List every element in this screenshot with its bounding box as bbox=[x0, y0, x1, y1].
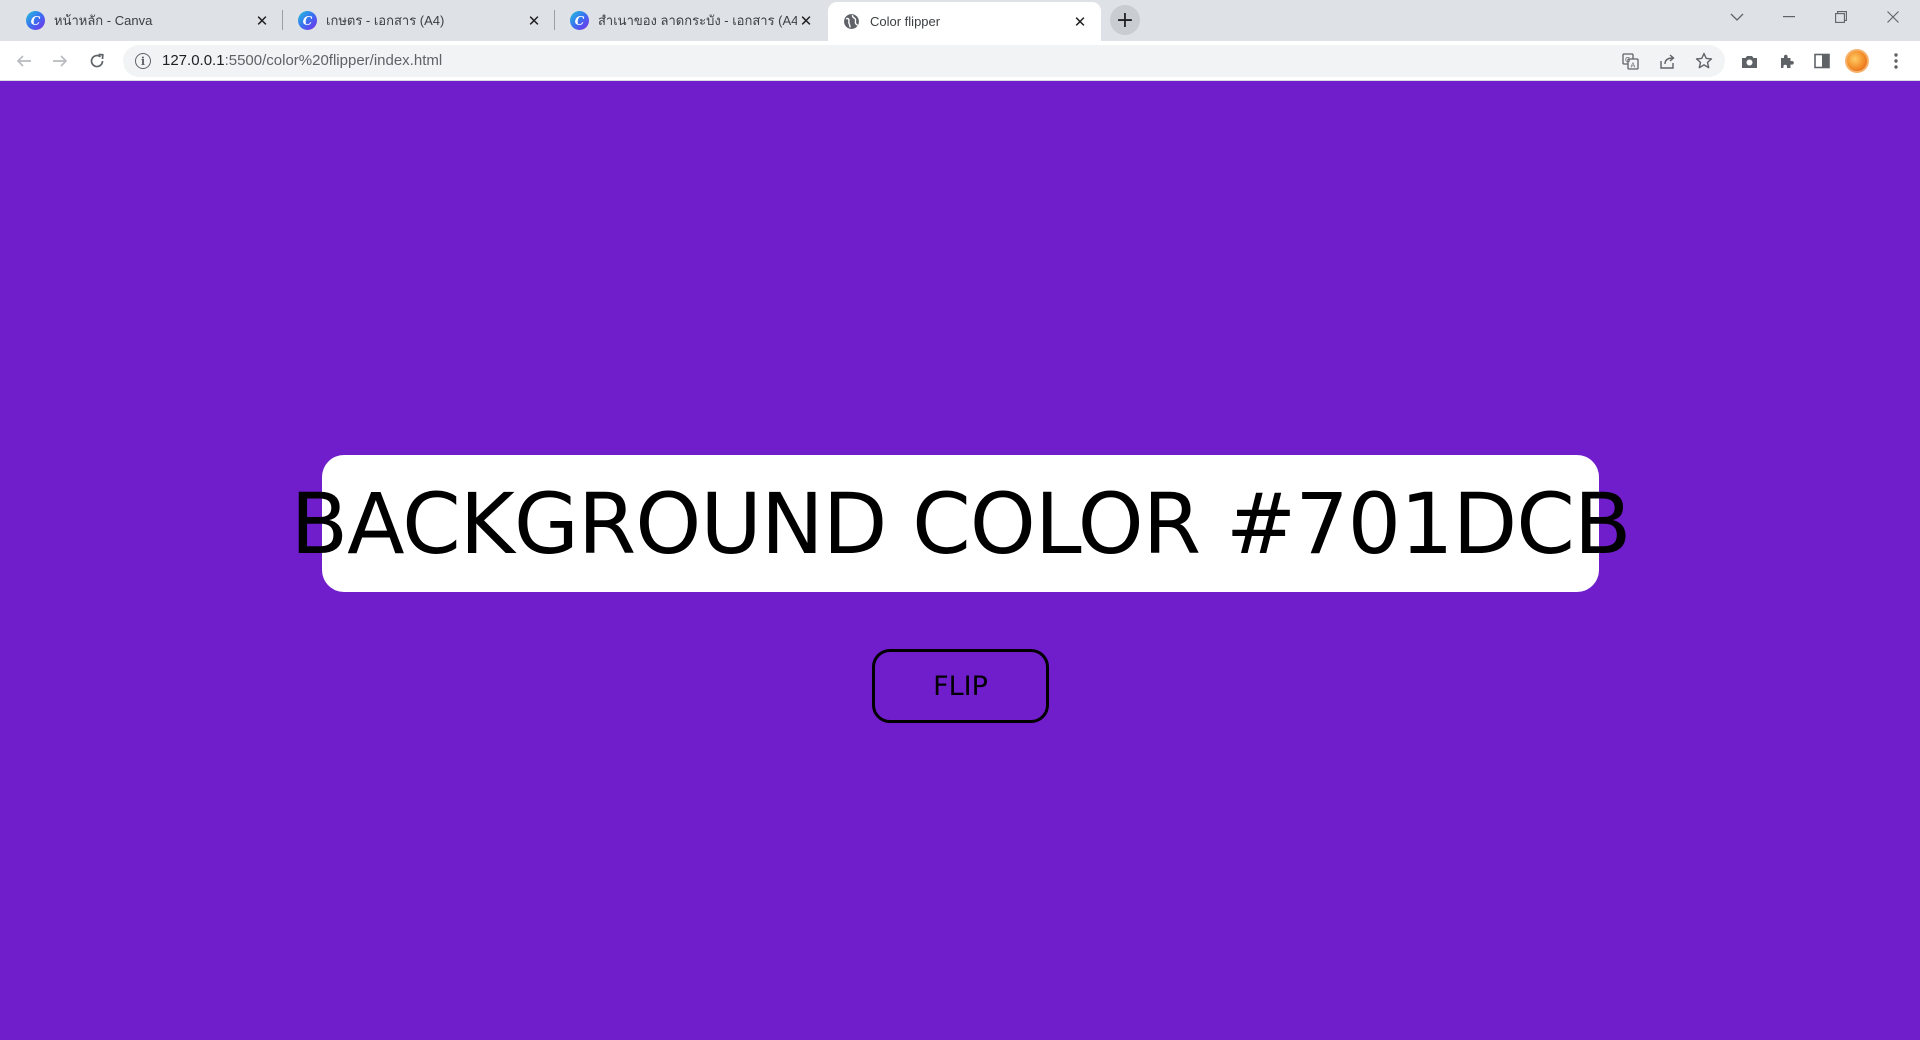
more-menu-icon[interactable] bbox=[1882, 47, 1910, 75]
reload-icon[interactable] bbox=[80, 44, 114, 78]
address-bar[interactable]: i 127.0.0.1:5500/color%20flipper/index.h… bbox=[123, 45, 1725, 77]
close-icon[interactable]: ✕ bbox=[525, 12, 543, 30]
canva-icon: C bbox=[570, 11, 589, 30]
canva-icon: C bbox=[298, 11, 317, 30]
tab-color-flipper[interactable]: Color flipper ✕ bbox=[828, 2, 1101, 41]
extensions-puzzle-icon[interactable] bbox=[1772, 47, 1800, 75]
share-icon[interactable] bbox=[1654, 48, 1680, 74]
color-label: BACKGROUND COLOR #701DCB bbox=[290, 474, 1631, 573]
site-info-icon[interactable]: i bbox=[135, 53, 151, 69]
profile-avatar[interactable] bbox=[1845, 49, 1869, 73]
tab-title: หน้าหลัก - Canva bbox=[54, 13, 153, 28]
side-panel-icon[interactable] bbox=[1808, 47, 1836, 75]
tab-title: Color flipper bbox=[870, 14, 941, 29]
camera-icon[interactable] bbox=[1735, 47, 1763, 75]
forward-arrow-icon[interactable] bbox=[43, 44, 77, 78]
globe-icon bbox=[842, 12, 861, 31]
tab-separator bbox=[282, 10, 283, 30]
translate-icon[interactable]: GA bbox=[1617, 48, 1643, 74]
url-host: 127.0.0.1 bbox=[162, 52, 225, 69]
svg-text:A: A bbox=[1630, 61, 1635, 69]
tab-strip: C หน้าหลัก - Canva ✕ C เกษตร - เอกสาร (A… bbox=[0, 0, 1920, 41]
restore-icon[interactable] bbox=[1815, 0, 1867, 34]
canva-icon: C bbox=[26, 11, 45, 30]
tab-canva-home[interactable]: C หน้าหลัก - Canva ✕ bbox=[12, 0, 283, 41]
url-text[interactable]: 127.0.0.1:5500/color%20flipper/index.htm… bbox=[162, 45, 442, 77]
tab-search-icon[interactable] bbox=[1711, 0, 1763, 34]
close-window-icon[interactable] bbox=[1867, 0, 1919, 34]
tab-kaset-doc[interactable]: C เกษตร - เอกสาร (A4) ✕ bbox=[284, 0, 555, 41]
back-arrow-icon[interactable] bbox=[7, 44, 41, 78]
close-icon[interactable]: ✕ bbox=[253, 12, 271, 30]
tab-title: เกษตร - เอกสาร (A4) bbox=[326, 13, 445, 28]
tab-separator bbox=[554, 10, 555, 30]
minimize-icon[interactable] bbox=[1763, 0, 1815, 34]
close-icon[interactable]: ✕ bbox=[1071, 13, 1089, 31]
browser-toolbar: i 127.0.0.1:5500/color%20flipper/index.h… bbox=[0, 41, 1920, 81]
page-viewport: BACKGROUND COLOR #701DCB FLIP bbox=[0, 81, 1920, 1040]
color-display-box: BACKGROUND COLOR #701DCB bbox=[290, 455, 1632, 592]
tab-ladkrabang-doc[interactable]: C สำเนาของ ลาดกระบัง - เอกสาร (A4) ✕ bbox=[556, 0, 827, 41]
url-path: :5500/color%20flipper/index.html bbox=[224, 52, 443, 69]
new-tab-button[interactable]: + bbox=[1110, 5, 1140, 35]
tab-title: สำเนาของ ลาดกระบัง - เอกสาร (A4) bbox=[598, 13, 797, 28]
bookmark-star-icon[interactable] bbox=[1691, 48, 1717, 74]
close-icon[interactable]: ✕ bbox=[797, 12, 815, 30]
flip-button[interactable]: FLIP bbox=[872, 649, 1049, 723]
